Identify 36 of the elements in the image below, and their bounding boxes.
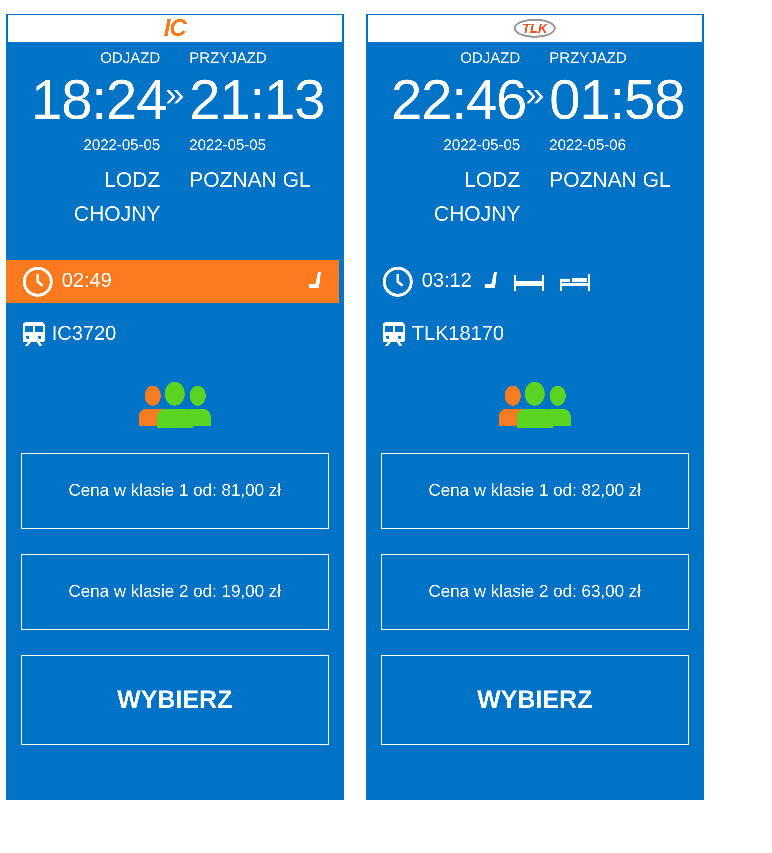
price-label: Cena w klasie 1 od: 82,00 zł <box>381 453 689 529</box>
duration-text: 03:12 <box>422 270 472 293</box>
carrier-logo: TLK <box>514 19 556 38</box>
clock-icon <box>382 266 414 298</box>
arrival-date: 2022-05-05 <box>190 137 268 154</box>
arrival-time: 01:58 <box>550 69 686 131</box>
departure-time: 22:46 <box>390 69 526 131</box>
arrival-date: 2022-05-06 <box>550 137 628 154</box>
departure-station: LODZ CHOJNY <box>73 168 160 228</box>
carrier-logo: IC <box>164 14 186 42</box>
departure-station: LODZ CHOJNY <box>433 168 520 228</box>
arrival-time: 21:13 <box>190 69 326 131</box>
arrival-label: PRZYJAZD <box>190 50 268 67</box>
train-icon <box>22 321 46 348</box>
bed-icon <box>513 272 546 290</box>
select-button[interactable]: WYBIERZ <box>381 655 689 745</box>
price-label: Cena w klasie 2 od: 63,00 zł <box>381 554 689 630</box>
select-button[interactable]: WYBIERZ <box>21 655 329 745</box>
train-icon <box>382 321 406 348</box>
separator: » <box>525 75 546 116</box>
departure-label: ODJAZD <box>100 50 160 67</box>
arrival-station: POZNAN GL <box>190 168 312 194</box>
departure-date: 2022-05-05 <box>442 137 520 154</box>
departure-time: 18:24 <box>30 69 166 131</box>
price-label: Cena w klasie 2 od: 19,00 zł <box>21 554 329 630</box>
arrival-label: PRZYJAZD <box>550 50 628 67</box>
bed-icon <box>559 272 592 290</box>
separator: » <box>166 75 186 114</box>
price-label: Cena w klasie 1 od: 81,00 zł <box>21 453 329 529</box>
departure-label: ODJAZD <box>460 50 520 67</box>
departure-date: 2022-05-05 <box>82 137 160 154</box>
train-number: TLK18170 <box>412 323 504 346</box>
arrival-station: POZNAN GL <box>550 168 672 194</box>
duration-text: 02:49 <box>62 270 112 293</box>
clock-icon <box>22 266 54 298</box>
train-number: IC3720 <box>52 323 116 346</box>
